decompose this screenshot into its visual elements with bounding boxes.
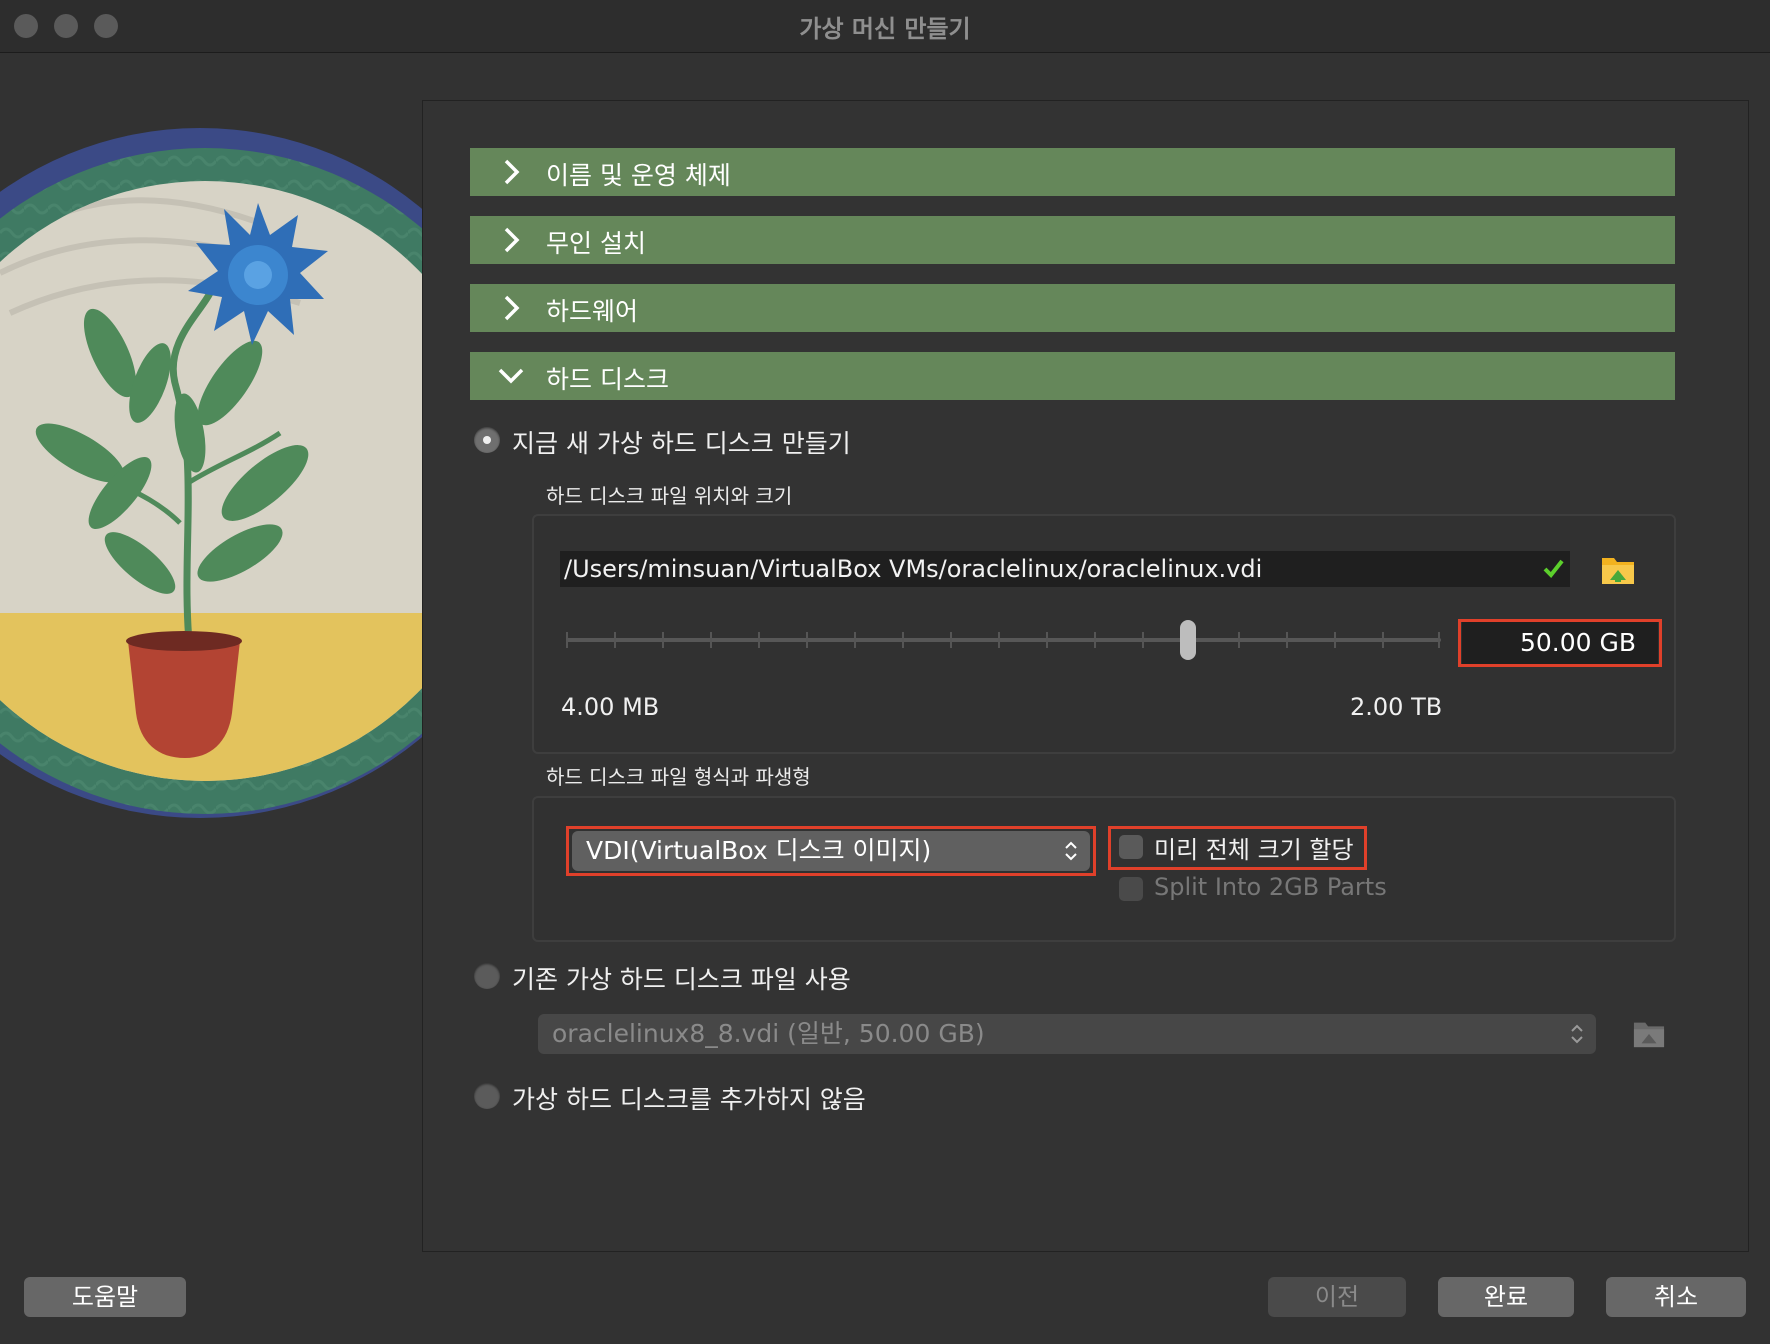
title-bar: 가상 머신 만들기 (0, 0, 1770, 53)
wizard-illustration (0, 53, 422, 1243)
section-hard-disk[interactable]: 하드 디스크 (470, 352, 1675, 400)
no-disk-radio[interactable] (474, 1083, 500, 1109)
no-disk-label: 가상 하드 디스크를 추가하지 않음 (512, 1085, 866, 1114)
folder-icon[interactable] (1632, 1017, 1666, 1049)
section-label: 하드 디스크 (546, 365, 669, 394)
create-vm-window: 가상 머신 만들기 이름 및 운영 체제 무인 설치 하드웨어 하드 디스크 지… (0, 0, 1770, 1344)
section-hardware[interactable]: 하드웨어 (470, 284, 1675, 332)
help-button[interactable]: 도움말 (24, 1277, 186, 1317)
split-2gb-checkbox[interactable] (1119, 877, 1143, 901)
chevron-right-icon (504, 159, 520, 185)
section-label: 무인 설치 (546, 229, 646, 258)
highlight-size-box (1458, 619, 1662, 667)
existing-disk-select[interactable]: oraclelinux8_8.vdi (일반, 50.00 GB) (538, 1014, 1596, 1054)
cancel-button[interactable]: 취소 (1606, 1277, 1746, 1317)
highlight-preallocate (1108, 826, 1367, 870)
window-title: 가상 머신 만들기 (799, 15, 971, 43)
section-label: 하드웨어 (546, 297, 639, 326)
size-max-label: 2.00 TB (1350, 693, 1443, 721)
back-button[interactable]: 이전 (1268, 1277, 1406, 1317)
folder-icon[interactable] (1600, 552, 1636, 586)
disk-file-path-input[interactable]: /Users/minsuan/VirtualBox VMs/oraclelinu… (560, 551, 1570, 587)
updown-arrows-icon (1571, 1024, 1583, 1044)
create-new-disk-radio[interactable] (474, 427, 500, 453)
checkmark-icon (1543, 559, 1564, 579)
section-label: 이름 및 운영 체제 (546, 161, 731, 190)
create-new-disk-label: 지금 새 가상 하드 디스크 만들기 (512, 429, 851, 458)
location-group-label: 하드 디스크 파일 위치와 크기 (546, 484, 793, 508)
use-existing-disk-radio[interactable] (474, 963, 500, 989)
use-existing-disk-label: 기존 가상 하드 디스크 파일 사용 (512, 965, 851, 994)
section-name-and-os[interactable]: 이름 및 운영 체제 (470, 148, 1675, 196)
highlight-format-select (566, 826, 1096, 876)
format-group-label: 하드 디스크 파일 형식과 파생형 (546, 765, 811, 789)
split-2gb-label: Split Into 2GB Parts (1154, 873, 1387, 901)
chevron-right-icon (504, 295, 520, 321)
disk-size-slider-handle[interactable] (1180, 620, 1196, 660)
finish-button[interactable]: 완료 (1438, 1277, 1574, 1317)
section-unattended-install[interactable]: 무인 설치 (470, 216, 1675, 264)
disk-size-slider-track[interactable] (566, 638, 1441, 642)
chevron-down-icon (498, 368, 524, 384)
existing-disk-value: oraclelinux8_8.vdi (일반, 50.00 GB) (552, 1019, 985, 1048)
chevron-right-icon (504, 227, 520, 253)
size-min-label: 4.00 MB (561, 693, 660, 721)
